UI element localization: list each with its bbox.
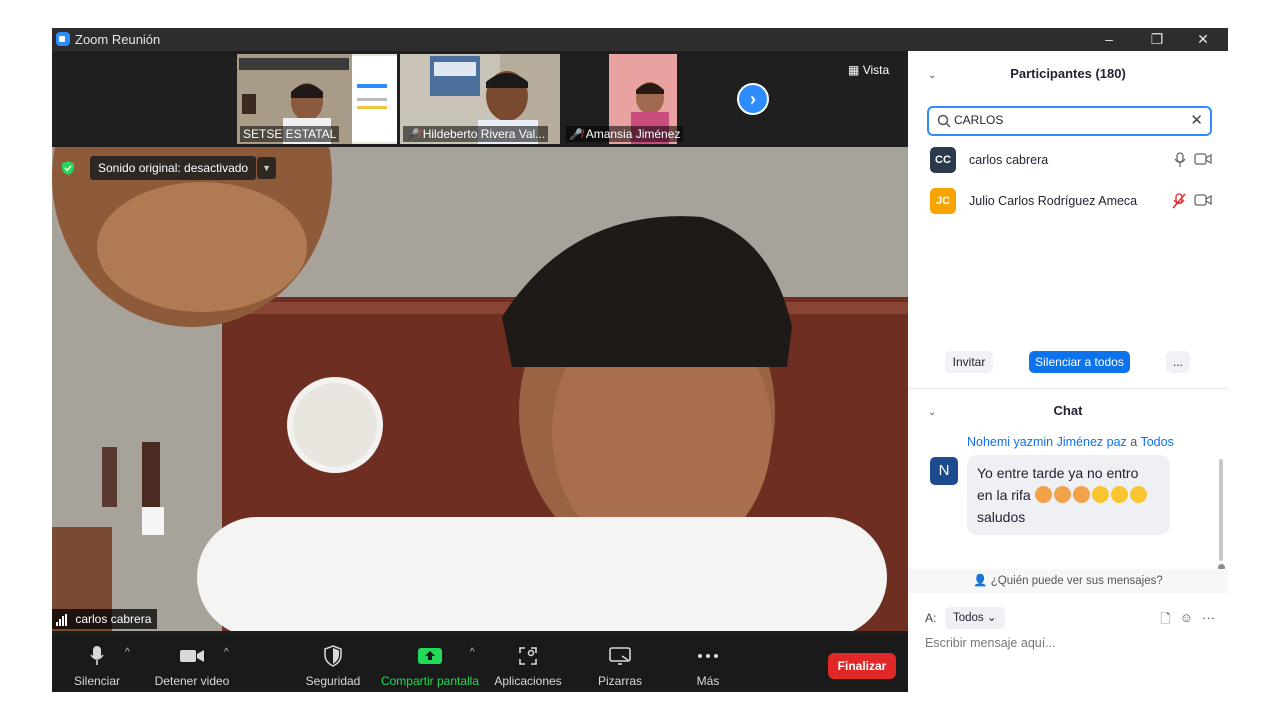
participant-search[interactable]: ✕: [927, 106, 1212, 136]
participant-controls: [1174, 152, 1212, 168]
security-button[interactable]: Seguridad: [304, 643, 362, 688]
microphone-icon: [90, 646, 104, 665]
apps-button[interactable]: Aplicaciones: [492, 643, 564, 688]
more-dots-icon[interactable]: ···: [1202, 610, 1215, 632]
invite-button[interactable]: Invitar: [945, 351, 993, 373]
restore-button[interactable]: ❐: [1134, 29, 1180, 49]
participants-header: Participantes (180): [1010, 66, 1126, 81]
avatar: N: [930, 457, 958, 485]
gallery-tile[interactable]: 🎤̸ Hildeberto Rivera Val...: [400, 54, 560, 144]
gallery-tile[interactable]: 🎤̸ Amansia Jiménez: [563, 54, 723, 144]
side-panel: ⌄ Participantes (180) ✕ CC carlos cabrer…: [908, 51, 1228, 692]
speaker-name-label: carlos cabrera: [52, 609, 158, 629]
whiteboard-icon: [609, 647, 631, 665]
recipient-name: Todos: [1140, 435, 1174, 449]
participant-name: carlos cabrera: [969, 153, 1049, 167]
participant-name: 🎤̸ Amansia Jiménez: [566, 126, 684, 142]
minimize-button[interactable]: –: [1086, 29, 1132, 49]
sender-name[interactable]: Nohemi yazmin Jiménez paz: [967, 435, 1127, 449]
search-icon: [937, 114, 951, 128]
clear-search-icon[interactable]: ✕: [1190, 111, 1203, 129]
next-page-button[interactable]: ›: [737, 83, 769, 115]
window-title: Zoom Reunión: [75, 32, 161, 47]
to-label: A:: [925, 611, 937, 625]
shield-icon: [324, 645, 342, 667]
chevron-down-icon: ⌄: [986, 612, 997, 624]
original-sound-toggle[interactable]: Sonido original: desactivado: [90, 156, 257, 180]
view-button[interactable]: ▦ Vista: [848, 63, 889, 77]
share-screen-button[interactable]: Compartir pantalla: [380, 643, 480, 688]
more-dots-icon: [698, 654, 718, 658]
chat-message-bubble: Yo entre tarde ya no entro en la rifa sa…: [967, 455, 1170, 535]
share-options-icon[interactable]: ^: [470, 647, 475, 658]
person-facepalm-emoji-icon: [1034, 486, 1052, 503]
signal-strength-icon: [56, 612, 68, 626]
zoom-logo-icon: [56, 32, 70, 46]
video-camera-icon: [180, 650, 204, 662]
mic-muted-icon: 🎤̸: [406, 129, 420, 141]
chat-sender-line: Nohemi yazmin Jiménez paz a Todos: [967, 435, 1174, 449]
video-camera-icon[interactable]: [1194, 152, 1212, 166]
laughing-emoji-icon: [1091, 486, 1109, 503]
meeting-toolbar: Silenciar ^ Detener video ^ Seguridad Co…: [52, 635, 908, 692]
speaker-video-feed: [52, 147, 908, 631]
whiteboards-button[interactable]: Pizarras: [592, 643, 648, 688]
participant-name: 🎤̸ Hildeberto Rivera Val...: [403, 126, 549, 142]
person-lock-icon: 👤: [973, 575, 988, 587]
close-button[interactable]: ✕: [1180, 29, 1226, 49]
mute-button[interactable]: Silenciar: [72, 643, 122, 688]
sound-badge: Sonido original: desactivado ▼: [60, 155, 277, 181]
more-button[interactable]: Más: [686, 643, 730, 688]
laughing-emoji-icon: [1129, 486, 1147, 503]
chat-message-input[interactable]: [925, 636, 1215, 650]
video-options-icon[interactable]: ^: [224, 647, 229, 658]
avatar: JC: [930, 188, 956, 214]
mute-all-button[interactable]: Silenciar a todos: [1029, 351, 1130, 373]
video-stage: SETSE ESTATAL 🎤̸ Hildeberto Rivera Val...: [52, 51, 908, 635]
apps-icon: [519, 647, 537, 665]
chat-tools: 🗋 ☺ ···: [1160, 610, 1215, 632]
participant-name: SETSE ESTATAL: [240, 126, 340, 142]
laughing-emoji-icon: [1110, 486, 1128, 503]
participant-row[interactable]: JC Julio Carlos Rodríguez Ameca: [930, 188, 1216, 216]
video-camera-icon[interactable]: [1194, 193, 1212, 207]
avatar: CC: [930, 147, 956, 173]
participant-name: Julio Carlos Rodríguez Ameca: [969, 194, 1138, 208]
more-options-button[interactable]: ...: [1166, 351, 1190, 373]
participant-row[interactable]: CC carlos cabrera: [930, 147, 1216, 175]
emoji-icon[interactable]: ☺: [1180, 610, 1193, 632]
chat-scrollbar[interactable]: [1219, 459, 1223, 561]
grid-icon: ▦: [848, 63, 860, 77]
person-facepalm-emoji-icon: [1053, 486, 1071, 503]
mic-muted-icon[interactable]: [1172, 193, 1186, 209]
chat-header: Chat: [1053, 403, 1083, 418]
mic-muted-icon: 🎤̸: [569, 129, 583, 141]
participant-controls: [1172, 193, 1212, 209]
chat-recipient-row: A: Todos ⌄ 🗋 ☺ ···: [925, 607, 1215, 631]
audio-options-icon[interactable]: ^: [125, 647, 130, 658]
gallery-tile[interactable]: SETSE ESTATAL: [237, 54, 397, 144]
file-icon[interactable]: 🗋: [1160, 610, 1170, 632]
microphone-icon[interactable]: [1174, 152, 1186, 168]
zoom-window: Zoom Reunión – ❐ ✕ SETSE ESTATAL 🎤̸ Hild…: [52, 28, 1228, 692]
stop-video-button[interactable]: Detener video: [152, 643, 232, 688]
person-facepalm-emoji-icon: [1072, 486, 1090, 503]
end-meeting-button[interactable]: Finalizar: [828, 653, 896, 679]
sound-dropdown-icon[interactable]: ▼: [257, 157, 277, 179]
shield-check-icon: [62, 161, 74, 175]
search-input[interactable]: [954, 113, 1184, 127]
title-bar: Zoom Reunión – ❐ ✕: [52, 28, 1228, 51]
divider: [908, 388, 1228, 389]
who-can-see-messages-link[interactable]: 👤 ¿Quién puede ver sus mensajes?: [908, 569, 1228, 593]
recipient-select[interactable]: Todos ⌄: [945, 607, 1005, 629]
main-speaker-video: [52, 147, 908, 631]
share-screen-icon: [418, 648, 442, 664]
